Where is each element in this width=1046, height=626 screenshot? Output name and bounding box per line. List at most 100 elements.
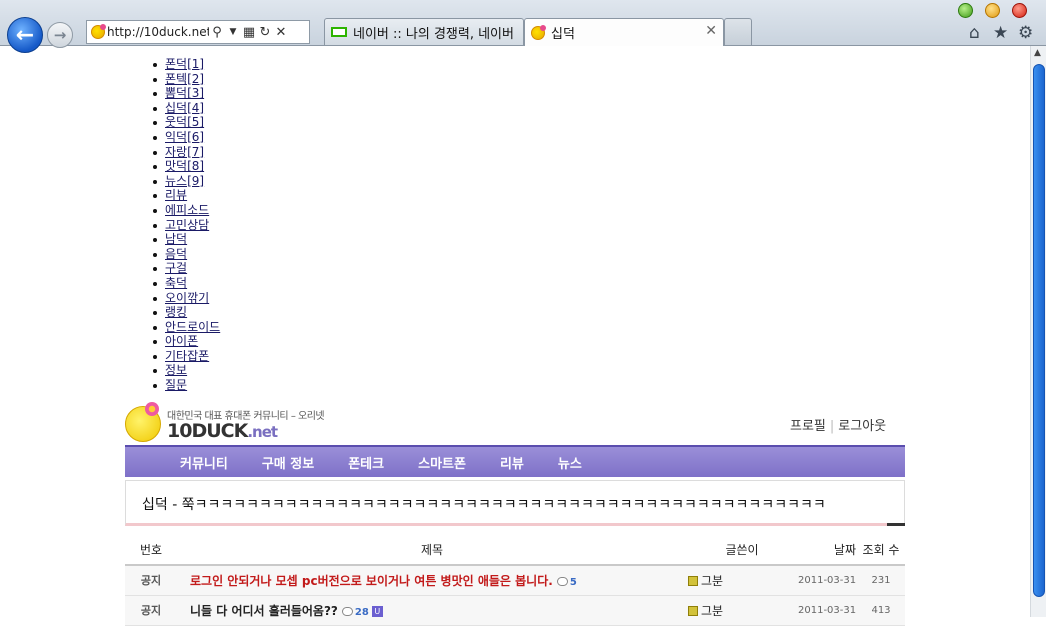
tab-label: 십덕 [551,27,575,42]
menu-item: 뽐덕[3] [151,86,220,101]
col-header-views[interactable]: 조회 수 [857,535,905,566]
col-header-writer[interactable]: 글쓴이 [687,535,797,566]
menu-link[interactable]: 기타잡폰 [165,349,209,363]
menu-link[interactable]: 폰텍[2] [165,72,204,86]
scroll-thumb[interactable] [1033,64,1045,597]
board-title: 십덕 - 쭉ㅋㅋㅋㅋㅋㅋㅋㅋㅋㅋㅋㅋㅋㅋㅋㅋㅋㅋㅋㅋㅋㅋㅋㅋㅋㅋㅋㅋㅋㅋㅋㅋㅋㅋ… [142,497,826,513]
col-header-subject[interactable]: 제목 [177,535,687,566]
menu-link[interactable]: 리뷰 [165,188,187,202]
menu-link[interactable]: 축덕 [165,276,187,290]
menu-link[interactable]: 질문 [165,378,187,392]
table-header-row: 번호 제목 글쓴이 날짜 조회 수 [125,535,905,566]
menu-item: 질문 [151,378,220,393]
menu-link[interactable]: 맛덕[8] [165,159,204,173]
global-nav-bar: 커뮤니티 구매 정보 폰테크 스마트폰 리뷰 뉴스 [125,445,905,477]
col-header-num[interactable]: 번호 [125,535,177,566]
member-level-icon [688,576,698,587]
scroll-up-arrow-icon[interactable]: ▲ [1034,48,1041,58]
gnb-item-phonetech[interactable]: 폰테크 [348,453,384,472]
menu-link[interactable]: 폰덕[1] [165,57,204,71]
forward-button[interactable]: → [47,22,73,48]
menu-link[interactable]: 랭킹 [165,305,187,319]
row-subject: 로그인 안되거나 모셉 pc버전으로 보이거나 여튼 병맛인 애들은 봅니다. 5 [177,565,687,596]
menu-link[interactable]: 뽐덕[3] [165,86,204,100]
menu-item: 정보 [151,363,220,378]
tab-naver[interactable]: 네이버 :: 나의 경쟁력, 네이버 [324,18,524,45]
table-row: 공지 니들 다 어디서 흘러들어옴?? 28 U 그분 2011-03-31 413 [125,595,905,626]
menu-link[interactable]: 에피소드 [165,203,209,217]
post-title-link[interactable]: 로그인 안되거나 모셉 pc버전으로 보이거나 여튼 병맛인 애들은 봅니다. [178,574,553,588]
board-title-corner [887,523,905,526]
home-icon[interactable]: ⌂ [969,23,980,43]
menu-link[interactable]: 익덕[6] [165,130,204,144]
gnb-item-news[interactable]: 뉴스 [558,453,582,472]
menu-link[interactable]: 남덕 [165,232,187,246]
gnb-item-review[interactable]: 리뷰 [500,453,524,472]
naver-favicon-icon [331,27,347,37]
tab-sipduck[interactable]: 십덕 ✕ [524,18,724,46]
dropdown-arrow-icon[interactable]: ▼ [225,27,241,37]
favorites-star-icon[interactable]: ★ [993,23,1008,43]
gear-icon[interactable]: ⚙ [1018,23,1033,43]
refresh-icon[interactable]: ↻ [257,25,273,40]
comment-count[interactable]: 28 [355,607,369,618]
menu-link[interactable]: 자랑[7] [165,145,204,159]
row-writer: 그분 [687,565,797,596]
menu-link[interactable]: 안드로이드 [165,320,220,334]
close-tab-icon[interactable]: ✕ [705,23,717,39]
row-date: 2011-03-31 [797,565,857,596]
menu-link[interactable]: 정보 [165,363,187,377]
menu-item: 에피소드 [151,203,220,218]
back-button[interactable]: ← [7,17,43,53]
user-links: 프로필 | 로그아웃 [790,415,886,434]
menu-link[interactable]: 십덕[4] [165,101,204,115]
profile-link[interactable]: 프로필 [790,419,826,434]
row-views: 413 [857,595,905,626]
search-icon[interactable]: ⚲ [209,25,225,40]
compatibility-view-icon[interactable]: ▦ [241,25,257,40]
new-post-badge: U [371,605,383,617]
menu-link[interactable]: 구걸 [165,261,187,275]
col-header-date[interactable]: 날짜 [797,535,857,566]
comment-count[interactable]: 5 [570,577,577,588]
menu-item: 뉴스[9] [151,174,220,189]
maximize-button[interactable] [985,3,1000,18]
logo-suffix-text: .net [247,423,278,441]
gnb-item-smartphone[interactable]: 스마트폰 [418,453,466,472]
site-menu-list: 폰덕[1] 폰텍[2] 뽐덕[3] 십덕[4] 웃덕[5] 익덕[6] 자랑[7… [151,57,220,393]
new-tab-button[interactable] [724,18,752,45]
menu-item: 기타잡폰 [151,349,220,364]
arrow-left-icon: ← [15,22,35,48]
writer-name[interactable]: 그분 [701,604,723,618]
writer-name[interactable]: 그분 [701,574,723,588]
address-bar[interactable]: http://10duck.net/? ⚲ ▼ ▦ ↻ ✕ [86,20,310,44]
row-subject: 니들 다 어디서 흘러들어옴?? 28 U [177,595,687,626]
close-window-button[interactable] [1012,3,1027,18]
post-title-link[interactable]: 니들 다 어디서 흘러들어옴?? [178,604,338,618]
tab-label: 네이버 :: 나의 경쟁력, 네이버 [353,26,514,42]
logo-main-text: 10DUCK [167,420,248,442]
menu-link[interactable]: 음덕 [165,247,187,261]
stop-icon[interactable]: ✕ [273,25,289,40]
logout-link[interactable]: 로그아웃 [838,419,886,434]
menu-link[interactable]: 뉴스[9] [165,174,204,188]
menu-item: 랭킹 [151,305,220,320]
gnb-item-purchase-info[interactable]: 구매 정보 [262,453,314,472]
menu-item: 웃덕[5] [151,115,220,130]
minimize-button[interactable] [958,3,973,18]
site-favicon-icon [531,24,546,40]
menu-link[interactable]: 오이깎기 [165,291,209,305]
menu-link[interactable]: 고민상담 [165,218,209,232]
gnb-item-community[interactable]: 커뮤니티 [180,453,228,472]
arrow-right-icon: → [53,26,67,44]
menu-item: 구걸 [151,261,220,276]
row-num: 공지 [125,565,177,596]
vertical-scrollbar[interactable]: ▲ [1030,46,1046,617]
site-logo[interactable]: 대한민국 대표 휴대폰 커뮤니티 – 오리넷 10DUCK.net [125,402,325,446]
table-row: 공지 로그인 안되거나 모셉 pc버전으로 보이거나 여튼 병맛인 애들은 봅니… [125,565,905,596]
menu-link[interactable]: 아이폰 [165,334,198,348]
address-url[interactable]: http://10duck.net/? [107,25,209,39]
menu-item: 맛덕[8] [151,159,220,174]
comment-icon [556,576,568,586]
menu-link[interactable]: 웃덕[5] [165,115,204,129]
